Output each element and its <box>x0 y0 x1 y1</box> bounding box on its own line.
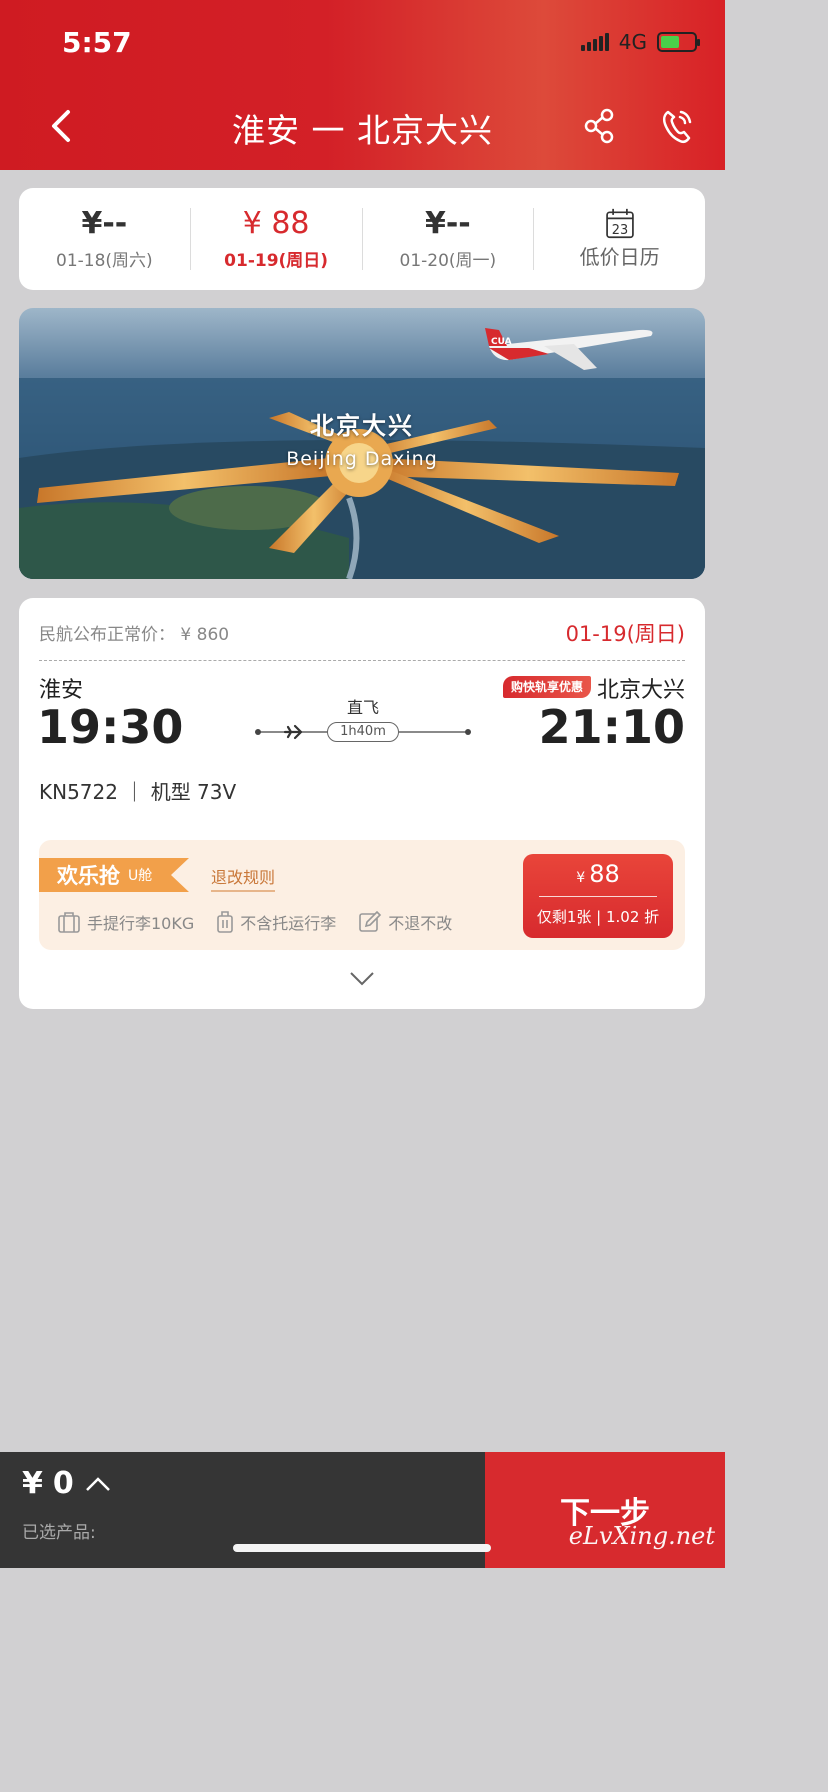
date-selector: ¥-- 01-18(周六) ¥ 88 01-19(周日) ¥-- 01-20(周… <box>19 188 705 290</box>
suitcase-icon <box>58 912 80 933</box>
cabin-class: U舱 <box>128 868 153 884</box>
promo-badge: 购快轨享优惠 <box>503 676 592 698</box>
date-price: ¥-- <box>424 206 471 241</box>
flight-date: 01-19(周日) <box>565 622 685 646</box>
date-option[interactable]: ¥-- 01-20(周一) <box>363 206 535 271</box>
phone-icon[interactable] <box>659 106 695 146</box>
date-price: ¥ 88 <box>242 206 310 241</box>
divider <box>39 660 685 661</box>
calendar-label: 低价日历 <box>579 245 660 269</box>
fare-remaining: 仅剩1张 | 1.02 折 <box>536 908 660 926</box>
route-indicator: 直飞 1h40m <box>255 694 471 744</box>
feature-checked-baggage: 不含托运行李 <box>216 910 336 934</box>
status-time: 5:57 <box>62 26 132 59</box>
airport-illustration: CUA <box>19 308 705 579</box>
share-icon[interactable] <box>583 108 615 144</box>
fare-price: ¥88 <box>576 860 620 888</box>
banner-city-cn: 北京大兴 <box>310 412 414 440</box>
fare-option: 欢乐抢 U舱 退改规则 手提行李10KG 不含托运行李 不退不改 ¥88 仅剩1… <box>39 840 685 950</box>
next-step-button[interactable]: 下一步 eLvXing.net <box>485 1452 725 1568</box>
home-indicator <box>233 1544 491 1552</box>
header: 5:57 4G 淮安 一 北京大兴 <box>0 0 725 170</box>
arrival-time: 21:10 <box>538 700 685 754</box>
flight-number-aircraft: KN5722 ｜ 机型 73V <box>39 780 237 804</box>
chevron-up-icon[interactable] <box>84 1475 112 1493</box>
signal-icon <box>580 33 609 51</box>
total-price: ¥0 <box>22 1466 112 1501</box>
low-price-calendar-button[interactable]: 23 低价日历 <box>534 208 705 270</box>
network-type: 4G <box>618 30 647 54</box>
fare-tag: 欢乐抢 U舱 <box>39 858 189 892</box>
luggage-icon <box>217 911 234 933</box>
edit-icon <box>359 911 382 932</box>
flight-duration: 1h40m <box>327 722 399 742</box>
watermark: eLvXing.net <box>568 1522 715 1550</box>
page-title: 淮安 一 北京大兴 <box>232 111 493 150</box>
battery-icon <box>657 32 700 52</box>
status-bar-right: 4G <box>580 30 700 54</box>
reference-price: 民航公布正常价： ¥ 860 <box>39 625 230 645</box>
date-label: 01-19(周日) <box>224 251 329 271</box>
calendar-icon: 23 <box>605 208 634 239</box>
book-fare-button[interactable]: ¥88 仅剩1张 | 1.02 折 <box>523 854 673 938</box>
feature-no-refund: 不退不改 <box>358 910 452 934</box>
plane-icon <box>283 724 303 740</box>
date-price: ¥-- <box>81 206 128 241</box>
refund-change-rules-link[interactable]: 退改规则 <box>211 864 276 892</box>
chevron-down-icon[interactable] <box>349 970 375 988</box>
date-label: 01-18(周六) <box>56 251 153 271</box>
banner-city-en: Beijing Daxing <box>286 448 438 470</box>
date-label: 01-20(周一) <box>399 251 497 271</box>
fare-features: 手提行李10KG 不含托运行李 不退不改 <box>57 910 452 934</box>
date-option-selected[interactable]: ¥ 88 01-19(周日) <box>191 206 363 271</box>
calendar-day: 23 <box>611 223 627 238</box>
departure-time: 19:30 <box>37 700 184 754</box>
date-option[interactable]: ¥-- 01-18(周六) <box>19 206 191 271</box>
fare-name: 欢乐抢 <box>57 864 120 888</box>
destination-banner: CUA 北京大兴 Beijing Daxing <box>19 308 705 579</box>
svg-text:CUA: CUA <box>491 337 512 347</box>
selected-products-label: 已选产品: <box>22 1523 96 1543</box>
flight-card: 民航公布正常价： ¥ 860 01-19(周日) 淮安 购快轨享优惠 北京大兴 … <box>19 598 705 1009</box>
feature-carry-on: 手提行李10KG <box>57 910 194 934</box>
